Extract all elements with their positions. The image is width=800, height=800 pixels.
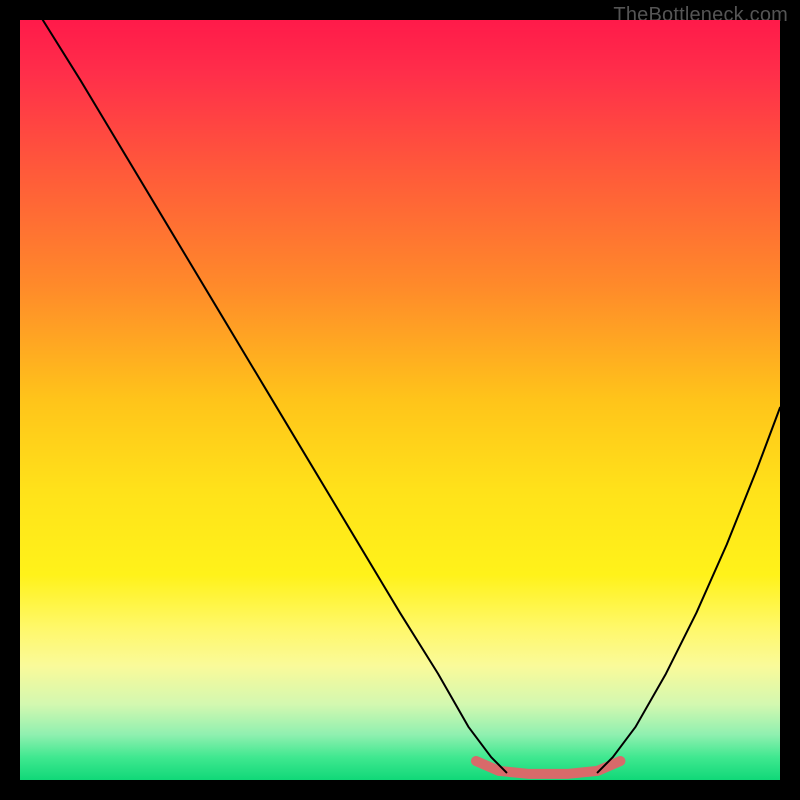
- chart-container: TheBottleneck.com: [0, 0, 800, 800]
- chart-svg: [20, 20, 780, 780]
- plot-area: [20, 20, 780, 780]
- gradient-background: [20, 20, 780, 780]
